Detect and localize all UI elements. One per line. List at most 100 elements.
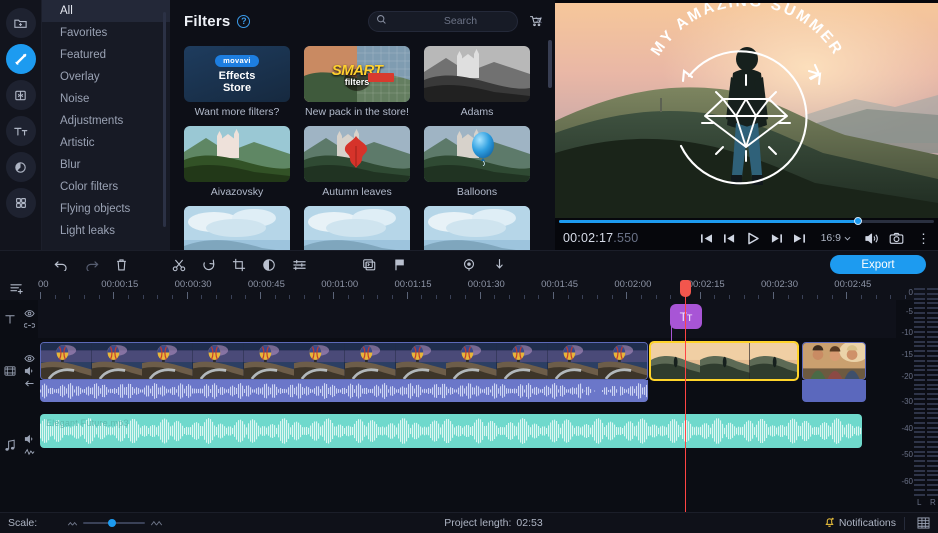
next-frame-button[interactable] (770, 233, 783, 244)
video-clip-friends[interactable] (802, 342, 866, 380)
marker-button[interactable] (384, 252, 414, 278)
sidebar-item-more-tools[interactable] (5, 188, 36, 218)
scale-slider[interactable] (67, 517, 163, 529)
go-to-start-button[interactable] (700, 233, 713, 244)
meter-segment (914, 307, 925, 310)
go-to-end-button[interactable] (793, 233, 806, 244)
category-item-artistic[interactable]: Artistic (42, 132, 170, 154)
category-item-flying-objects[interactable]: Flying objects (42, 198, 170, 220)
search-input[interactable] (393, 15, 528, 27)
progress-knob[interactable] (854, 217, 862, 225)
waveform-icon[interactable] (24, 447, 35, 456)
play-button[interactable] (746, 232, 760, 245)
previous-frame-button[interactable] (723, 233, 736, 244)
filter-thumbnail[interactable] (184, 206, 290, 250)
filter-item[interactable]: Aivazovsky (184, 126, 290, 198)
link-icon[interactable] (23, 321, 35, 330)
filter-thumbnail-balloons[interactable] (424, 126, 530, 182)
video-audio-waveform-friends[interactable] (802, 380, 866, 402)
help-icon[interactable]: ? (237, 14, 251, 28)
color-adjust-button[interactable] (254, 252, 284, 278)
audio-clip[interactable]: Elegant Future.mp3 (40, 414, 862, 448)
category-item-blur[interactable]: Blur (42, 154, 170, 176)
undo-button[interactable] (46, 252, 76, 278)
category-item-noise[interactable]: Noise (42, 88, 170, 110)
sidebar-item-stickers[interactable] (5, 152, 36, 182)
track-lane-title-track[interactable] (38, 300, 896, 338)
category-item-light-leaks[interactable]: Light leaks (42, 220, 170, 242)
speaker-icon[interactable] (24, 434, 35, 444)
video-clip-balloons[interactable] (40, 342, 648, 380)
clip-frame (41, 343, 92, 379)
transitions-button[interactable] (354, 252, 384, 278)
notifications-button[interactable]: Notifications (824, 516, 896, 531)
filter-item[interactable] (184, 206, 290, 250)
filters-scrollbar[interactable] (548, 40, 552, 88)
meter-segment (927, 302, 938, 305)
scale-track[interactable] (83, 519, 146, 527)
add-track-icon[interactable] (10, 282, 24, 300)
category-item-color-filters[interactable]: Color filters (42, 176, 170, 198)
filter-item[interactable] (424, 206, 530, 250)
filter-thumbnail-autumn-leaves[interactable] (304, 126, 410, 182)
category-item-all[interactable]: All (42, 0, 170, 22)
sidebar-item-filters[interactable] (5, 44, 36, 74)
filter-thumbnail[interactable] (424, 206, 530, 250)
pan-zoom-button[interactable] (454, 252, 484, 278)
meter-segment (914, 321, 925, 324)
layout-grid-icon[interactable] (917, 517, 930, 529)
effects-store-thumbnail[interactable]: movavi Effects Store (184, 46, 290, 102)
record-audio-button[interactable] (484, 252, 514, 278)
category-item-adjustments[interactable]: Adjustments (42, 110, 170, 132)
aspect-ratio-selector[interactable]: 16:9 (821, 232, 851, 244)
video-audio-waveform-balloons[interactable] (40, 380, 648, 402)
meter-segment (914, 359, 925, 362)
category-scrollbar[interactable] (163, 12, 166, 227)
category-item-overlay[interactable]: Overlay (42, 66, 170, 88)
snapshot-button[interactable] (889, 232, 904, 245)
sidebar-item-import-media[interactable] (5, 8, 36, 38)
timeline-ruler[interactable]: 00 00:00:15 00:00:30 00:00:45 00:01:00 00:01:… (0, 278, 938, 300)
crop-button[interactable] (224, 252, 254, 278)
sidebar-item-titles[interactable] (5, 116, 36, 146)
filter-item[interactable]: Balloons (424, 126, 530, 198)
rotate-button[interactable] (194, 252, 224, 278)
export-button[interactable]: Export (830, 255, 926, 274)
sidebar-item-transitions[interactable] (5, 80, 36, 110)
eye-icon[interactable] (23, 309, 35, 318)
zoom-in-icon[interactable] (150, 517, 163, 529)
filter-thumbnail[interactable] (304, 206, 410, 250)
filter-item[interactable]: movavi Effects Store Want more filters? (184, 46, 290, 118)
filter-item[interactable]: Adams (424, 46, 530, 118)
cart-icon[interactable] (529, 14, 543, 28)
speaker-icon[interactable] (24, 366, 35, 376)
properties-button[interactable] (284, 252, 314, 278)
promo-thumbnail[interactable]: SMART filters (304, 46, 410, 102)
split-button[interactable] (164, 252, 194, 278)
filter-item[interactable] (304, 206, 410, 250)
eye-icon[interactable] (23, 354, 35, 363)
preview-more-options-button[interactable]: ⋮ (917, 232, 930, 245)
ruler-tick (435, 295, 437, 299)
delete-button[interactable] (106, 252, 136, 278)
category-item-featured[interactable]: Featured (42, 44, 170, 66)
volume-button[interactable] (864, 232, 879, 245)
ruler-tick (421, 295, 423, 299)
filter-thumbnail-aivazovsky[interactable] (184, 126, 290, 182)
ruler-tick (890, 295, 892, 299)
filter-thumbnail-adams[interactable] (424, 46, 530, 102)
filter-item[interactable]: Autumn leaves (304, 126, 410, 198)
scale-knob[interactable] (108, 519, 117, 527)
category-item-favorites[interactable]: Favorites (42, 22, 170, 44)
zoom-out-icon[interactable] (67, 517, 78, 529)
title-clip[interactable]: Tт (670, 304, 702, 329)
arrow-left-icon[interactable] (24, 379, 35, 388)
clip-frame (142, 343, 193, 379)
video-clip-mountain-selected[interactable] (649, 341, 799, 381)
playhead-handle[interactable] (680, 280, 691, 297)
search-box[interactable]: ✕ (368, 10, 543, 32)
redo-button[interactable] (76, 252, 106, 278)
filter-item[interactable]: SMART filters New pack in the store! (304, 46, 410, 118)
meter-segment (914, 350, 925, 353)
preview-progress-bar[interactable] (555, 217, 938, 225)
